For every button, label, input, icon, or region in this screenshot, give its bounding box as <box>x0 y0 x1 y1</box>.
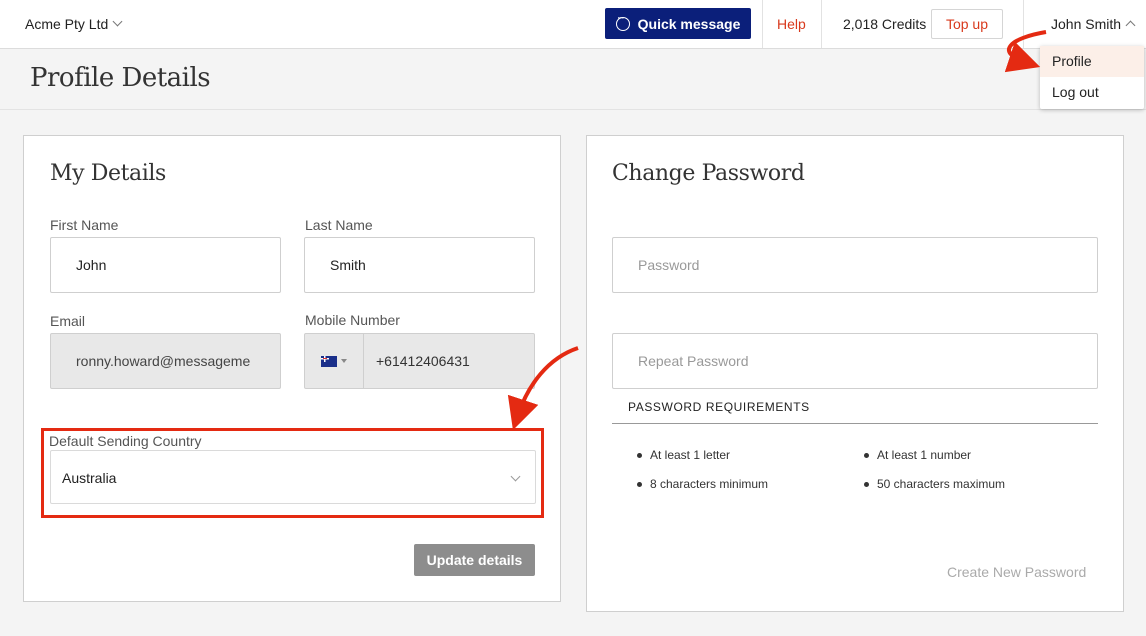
annotation-arrows <box>507 30 1047 431</box>
arrow-to-profile <box>1004 30 1047 73</box>
arrow-to-country <box>507 346 579 431</box>
